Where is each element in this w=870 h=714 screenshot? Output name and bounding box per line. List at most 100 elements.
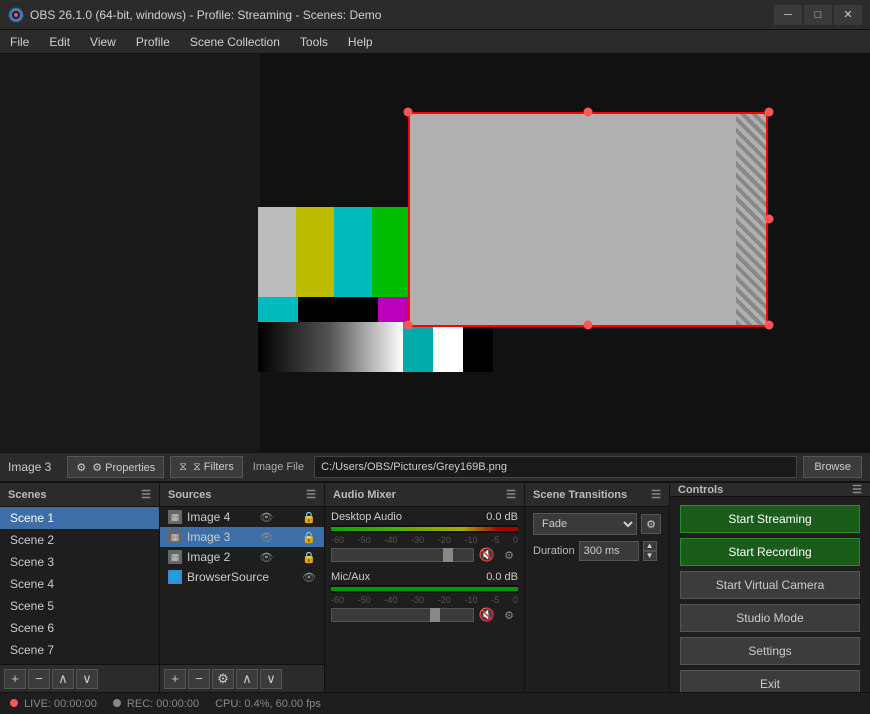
duration-down-button[interactable]: ▼ [643,551,657,561]
add-source-button[interactable]: + [164,669,186,689]
source-item[interactable]: ▦ Image 2 👁 🔒 [160,547,324,567]
image-source-icon: ▦ [168,510,182,524]
obs-icon [8,7,24,23]
browser-source-icon: 🌐 [168,570,182,584]
scenes-list: Scene 1 Scene 2 Scene 3 Scene 4 Scene 5 … [0,507,159,664]
resize-handle-bl[interactable] [404,321,413,330]
duration-up-button[interactable]: ▲ [643,541,657,551]
lock-icon[interactable]: 🔒 [302,551,316,564]
rec-time: 00:00:00 [156,698,199,710]
filters-button[interactable]: ⧖ ⧖ Filters [170,456,242,478]
start-recording-button[interactable]: Start Recording [680,538,860,566]
menu-profile[interactable]: Profile [126,30,180,53]
remove-scene-button[interactable]: − [28,669,50,689]
menu-view[interactable]: View [80,30,126,53]
preview-dark-left [0,54,260,452]
lock-icon[interactable]: 🔒 [302,511,316,524]
mic-aux-label: Mic/Aux [331,571,370,583]
desktop-audio-settings[interactable]: ⚙ [500,547,518,563]
image-source-icon: ▦ [168,550,182,564]
source-item-active[interactable]: ▦ Image 3 👁 🔒 [160,527,324,547]
controls-menu-icon[interactable]: ☰ [852,483,862,496]
close-button[interactable]: ✕ [834,5,862,25]
panels-row: Scenes ☰ Scene 1 Scene 2 Scene 3 Scene 4… [0,482,870,692]
source-settings-button[interactable]: ⚙ [212,669,234,689]
sources-panel: Sources ☰ ▦ Image 4 👁 🔒 ▦ Image 3 👁 🔒 ▦ … [160,483,325,692]
gear-icon: ⚙ [76,461,86,474]
scene-up-button[interactable]: ∧ [52,669,74,689]
exit-button[interactable]: Exit [680,670,860,692]
source-up-button[interactable]: ∧ [236,669,258,689]
audio-mixer-header: Audio Mixer ☰ [325,483,524,507]
mic-aux-settings[interactable]: ⚙ [500,607,518,623]
sources-panel-header: Sources ☰ [160,483,324,507]
resize-handle-mr[interactable] [765,215,774,224]
live-time: 00:00:00 [54,698,97,710]
studio-mode-button[interactable]: Studio Mode [680,604,860,632]
transitions-menu-icon[interactable]: ☰ [651,488,661,501]
sources-list: ▦ Image 4 👁 🔒 ▦ Image 3 👁 🔒 ▦ Image 2 👁 … [160,507,324,664]
duration-input[interactable] [579,541,639,561]
desktop-audio-fader[interactable] [331,548,474,562]
lock-icon[interactable]: 🔒 [302,531,316,544]
selected-source-name: Image 3 [8,460,51,474]
scene-item[interactable]: Scene 4 [0,573,159,595]
sources-menu-icon[interactable]: ☰ [306,488,316,501]
minimize-button[interactable]: ─ [774,5,802,25]
scene-item[interactable]: Scene 3 [0,551,159,573]
scene-item[interactable]: Scene 7 [0,639,159,661]
cpu-usage: CPU: 0.4%, 60.00 fps [215,698,321,710]
desktop-audio-label: Desktop Audio [331,511,402,523]
eye-icon[interactable]: 👁 [259,551,273,564]
filter-icon: ⧖ [179,461,187,474]
resize-handle-br[interactable] [765,321,774,330]
mic-aux-fader[interactable] [331,608,474,622]
duration-label: Duration [533,545,575,557]
mic-aux-mute[interactable]: 🔇 [478,607,496,623]
image-file-label: Image File [253,461,304,473]
selected-source-box[interactable] [408,112,768,327]
menu-file[interactable]: File [0,30,39,53]
controls-panel-header: Controls ☰ [670,483,870,497]
resize-handle-bc[interactable] [584,321,593,330]
scene-item[interactable]: Scene 6 [0,617,159,639]
resize-handle-tl[interactable] [404,108,413,117]
controls-content: Start Streaming Start Recording Start Vi… [670,497,870,692]
resize-handle-tc[interactable] [584,108,593,117]
filepath-input[interactable] [314,456,797,478]
source-item[interactable]: ▦ Image 4 👁 🔒 [160,507,324,527]
audio-menu-icon[interactable]: ☰ [506,488,516,501]
source-item-browser[interactable]: 🌐 BrowserSource 👁 [160,567,324,587]
scene-down-button[interactable]: ∨ [76,669,98,689]
mic-aux-channel: Mic/Aux 0.0 dB -60-50-40-30-20-10-50 🔇 ⚙ [331,571,518,623]
source-down-button[interactable]: ∨ [260,669,282,689]
scene-item[interactable]: Scene 2 [0,529,159,551]
remove-source-button[interactable]: − [188,669,210,689]
start-virtual-camera-button[interactable]: Start Virtual Camera [680,571,860,599]
add-scene-button[interactable]: + [4,669,26,689]
menu-edit[interactable]: Edit [39,30,80,53]
start-streaming-button[interactable]: Start Streaming [680,505,860,533]
properties-button[interactable]: ⚙ ⚙ Properties [67,456,164,478]
scene-item[interactable]: Scene 5 [0,595,159,617]
desktop-audio-mute[interactable]: 🔇 [478,547,496,563]
resize-handle-tr[interactable] [765,108,774,117]
settings-button[interactable]: Settings [680,637,860,665]
menu-scene-collection[interactable]: Scene Collection [180,30,290,53]
eye-icon[interactable]: 👁 [259,531,273,544]
scene-item[interactable]: Scene 1 [0,507,159,529]
menu-tools[interactable]: Tools [290,30,338,53]
scenes-toolbar: + − ∧ ∨ [0,664,159,692]
scene-transitions-panel: Scene Transitions ☰ Fade Cut Swipe Slide… [525,483,670,692]
titlebar: OBS 26.1.0 (64-bit, windows) - Profile: … [0,0,870,30]
transition-settings-button[interactable]: ⚙ [641,514,661,534]
menu-help[interactable]: Help [338,30,383,53]
transition-type-select[interactable]: Fade Cut Swipe Slide [533,513,637,535]
eye-icon[interactable]: 👁 [259,511,273,524]
browse-button[interactable]: Browse [803,456,862,478]
live-indicator [10,699,18,707]
maximize-button[interactable]: □ [804,5,832,25]
scenes-menu-icon[interactable]: ☰ [141,488,151,501]
rec-label: REC: [127,698,153,710]
eye-icon[interactable]: 👁 [302,571,316,584]
